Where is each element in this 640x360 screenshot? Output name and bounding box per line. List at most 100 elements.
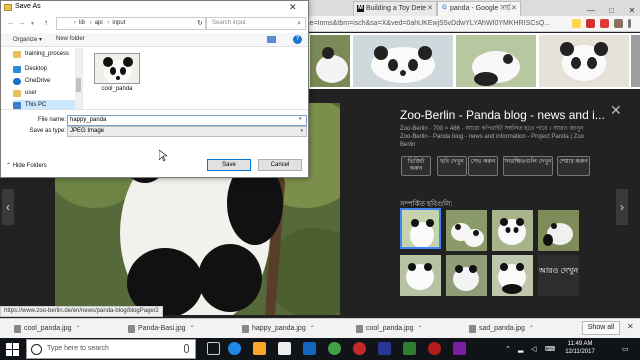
store-icon[interactable] — [278, 342, 291, 355]
related-image[interactable] — [446, 210, 487, 251]
file-thumbnail[interactable] — [94, 53, 140, 84]
notification-icon[interactable]: ▭ — [622, 345, 629, 353]
view-options-icon[interactable] — [267, 36, 276, 43]
close-tab-icon[interactable]: ✕ — [427, 2, 433, 16]
result-thumbnail[interactable] — [310, 35, 350, 87]
tab-building-toy-detector[interactable]: M Building a Toy Dete ✕ — [353, 1, 437, 16]
nav-pane-scrollbar[interactable] — [75, 48, 82, 109]
hide-folders-toggle[interactable]: ⌃ Hide Folders — [6, 162, 47, 169]
refresh-icon[interactable]: ↻ — [197, 19, 203, 27]
organize-button[interactable]: Organize ▾ — [13, 36, 42, 43]
chevron-up-icon[interactable]: ⌃ — [76, 326, 81, 332]
close-viewer-button[interactable]: ✕ — [610, 103, 622, 117]
show-all-downloads-button[interactable]: Show all — [582, 321, 620, 335]
help-icon[interactable]: ? — [293, 35, 302, 44]
related-image[interactable] — [492, 255, 533, 296]
url-field[interactable]: ie=Inms&tbm=isch&sa=X&ved=0ahUKEwjS5vDdw… — [308, 17, 558, 30]
related-image[interactable] — [400, 208, 441, 249]
download-item[interactable]: happy_panda.jpg ⌃ — [242, 322, 315, 336]
close-tab-icon[interactable]: ✕ — [511, 2, 517, 16]
up-arrow-icon[interactable]: ↑ — [44, 18, 48, 27]
extension-icon[interactable] — [600, 19, 609, 28]
close-downloads-icon[interactable]: ✕ — [627, 322, 634, 331]
volume-icon[interactable]: ◁ — [531, 345, 536, 353]
back-arrow-icon[interactable]: ← — [7, 18, 15, 27]
nav-item-training-process[interactable]: training_process — [13, 49, 82, 60]
result-thumbnail[interactable] — [456, 35, 536, 87]
view-saved-button[interactable]: সংরক্ষিতগুলি দেখুন — [503, 156, 553, 176]
breadcrumb-api[interactable]: api — [95, 20, 103, 26]
taskbar-search-box[interactable]: Type here to search — [26, 339, 196, 359]
chevron-up-icon[interactable]: ⌃ — [529, 326, 534, 332]
dialog-search-input[interactable]: Search input ⌕ — [206, 17, 306, 30]
nav-item-this-pc[interactable]: This PC — [13, 100, 82, 109]
file-name-input[interactable]: happy_panda — [67, 115, 307, 126]
file-name-label[interactable]: cool_panda — [89, 86, 145, 92]
download-item[interactable]: Panda-Basi.jpg ⌃ — [128, 322, 195, 336]
save-image-button[interactable]: সেভ করুন — [468, 156, 498, 176]
image-file-icon — [469, 325, 476, 333]
chevron-up-icon[interactable]: ⌃ — [189, 326, 194, 332]
extension-icon[interactable] — [586, 19, 595, 28]
visit-button[interactable]: ভিজিট করুন — [401, 156, 431, 176]
nav-item-label: training_process — [25, 51, 70, 57]
nav-item-user[interactable]: user — [13, 88, 82, 99]
chevron-down-icon[interactable]: ▾ — [299, 116, 302, 122]
file-explorer-icon[interactable] — [253, 342, 266, 355]
save-as-type-select[interactable]: JPEG Image ▾ — [67, 126, 307, 137]
view-image-button[interactable]: ছবি দেখুন — [437, 156, 467, 176]
task-view-icon[interactable] — [207, 342, 220, 355]
chrome-icon[interactable] — [328, 342, 341, 355]
new-folder-button[interactable]: New folder — [56, 36, 85, 42]
app-icon[interactable] — [403, 342, 416, 355]
address-breadcrumb[interactable]: › lib › api › input — [56, 17, 206, 30]
mail-icon[interactable] — [303, 342, 316, 355]
microphone-icon[interactable] — [184, 344, 189, 353]
nav-item-desktop[interactable]: Desktop — [13, 64, 82, 75]
app-icon[interactable] — [353, 342, 366, 355]
menu-icon[interactable] — [628, 19, 631, 28]
ime-icon[interactable]: ⌨ — [545, 345, 555, 353]
extension-icon[interactable] — [614, 19, 623, 28]
previous-image-button[interactable]: ‹ — [2, 189, 14, 225]
result-thumbnail[interactable] — [353, 35, 453, 87]
result-thumbnail[interactable] — [631, 35, 640, 87]
chevron-up-icon[interactable]: ⌃ — [310, 326, 315, 332]
dialog-titlebar[interactable]: Save As ✕ — [1, 1, 308, 15]
download-item[interactable]: cool_panda.jpg ⌃ — [356, 322, 423, 336]
related-image[interactable] — [446, 255, 487, 296]
network-icon[interactable]: ▂ — [518, 345, 523, 353]
breadcrumb-lib[interactable]: lib — [79, 20, 85, 26]
chevron-up-icon[interactable]: ⌃ — [418, 326, 423, 332]
scrollbar-thumb[interactable] — [76, 78, 81, 92]
result-thumbnail[interactable] — [539, 35, 629, 87]
tab-panda-google[interactable]: G panda - Google সার্চ ✕ — [437, 1, 521, 16]
image-file-icon — [356, 325, 363, 333]
forward-arrow-icon[interactable]: → — [18, 18, 26, 27]
new-tab-button[interactable] — [521, 1, 541, 16]
image-title-link[interactable]: Zoo-Berlin - Panda blog - news and i... — [400, 108, 610, 122]
cancel-button[interactable]: Cancel — [258, 159, 302, 171]
close-dialog-button[interactable]: ✕ — [289, 2, 297, 13]
chevron-down-icon[interactable]: ▾ — [31, 20, 34, 27]
edge-icon[interactable] — [228, 342, 241, 355]
tray-overflow-icon[interactable]: ⌃ — [505, 345, 511, 353]
related-image[interactable] — [400, 255, 441, 296]
related-image[interactable] — [538, 210, 579, 251]
terminal-icon[interactable] — [378, 342, 391, 355]
star-icon[interactable] — [572, 19, 581, 28]
download-item[interactable]: sad_panda.jpg ⌃ — [469, 322, 534, 336]
breadcrumb-input[interactable]: input — [112, 20, 125, 26]
download-item[interactable]: cool_panda.jpg ⌃ — [14, 322, 81, 336]
save-button[interactable]: Save — [207, 159, 251, 171]
tray-clock[interactable]: 11:49 AM 12/11/2017 — [560, 340, 600, 356]
more-images-tile[interactable]: আরও দেখুন — [538, 255, 579, 296]
windows-start-icon[interactable] — [6, 343, 19, 356]
app-icon[interactable] — [428, 342, 441, 355]
dialog-navigation: ← → ▾ ↑ › lib › api › input ↻ Search input … — [1, 15, 308, 32]
share-button[interactable]: শেয়ার করুন — [557, 156, 590, 176]
app-icon[interactable] — [453, 342, 466, 355]
nav-item-onedrive[interactable]: OneDrive — [13, 76, 82, 87]
next-image-button[interactable]: › — [616, 189, 628, 225]
related-image[interactable] — [492, 210, 533, 251]
